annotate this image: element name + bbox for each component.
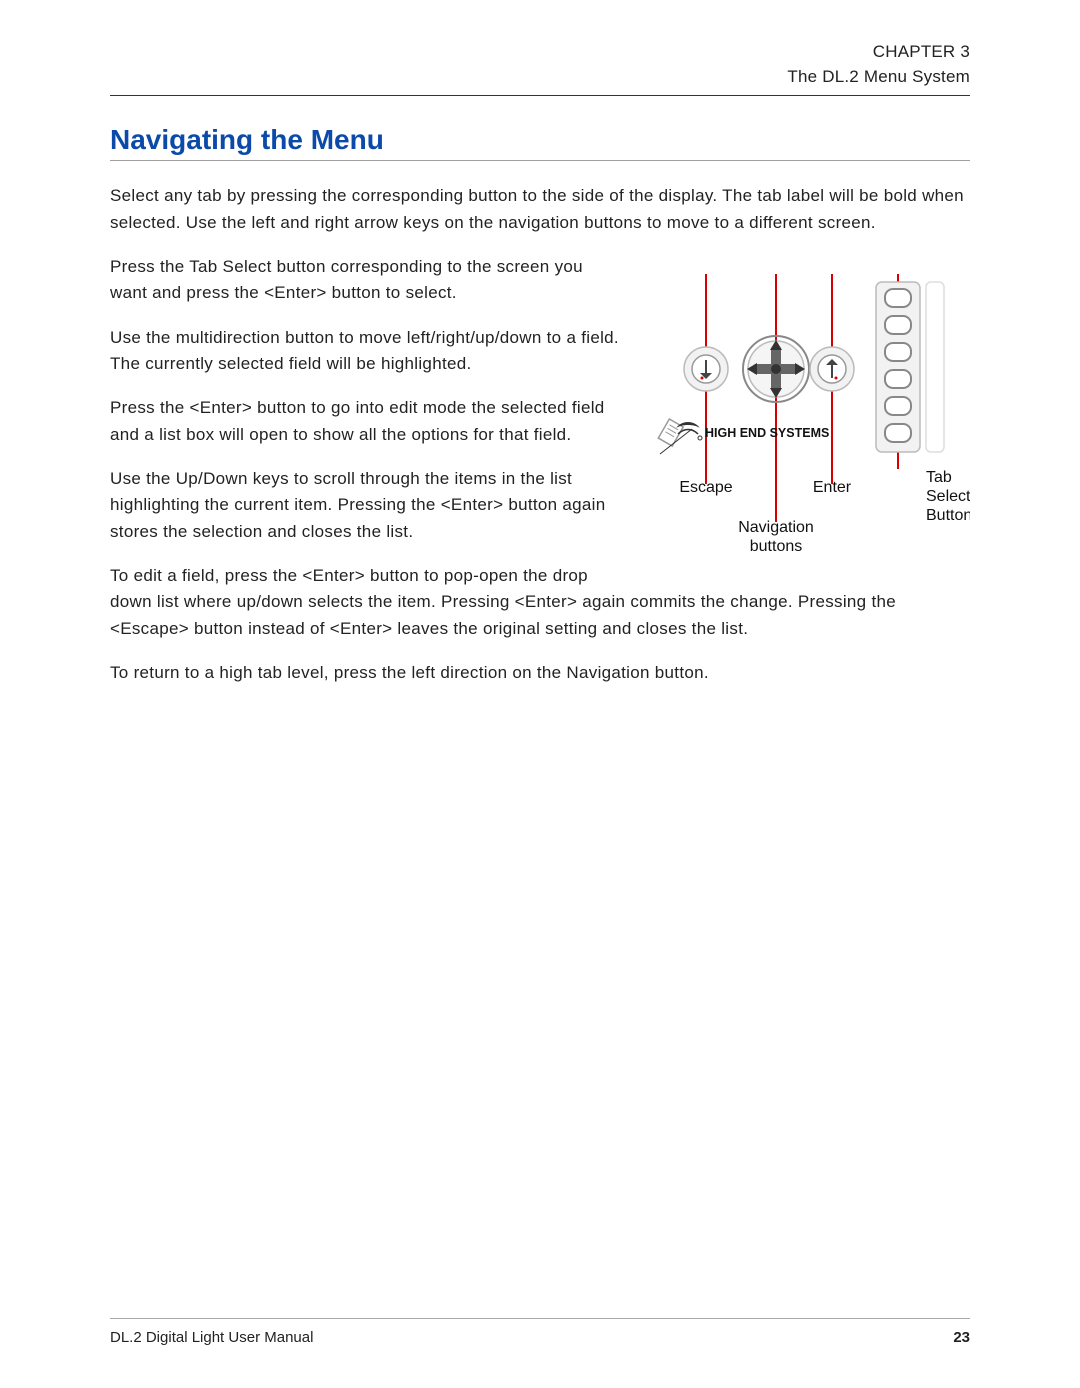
figure-label-enter: Enter: [813, 479, 852, 496]
figure-label-tab3: Buttons: [926, 507, 970, 524]
paragraph: To edit a field, press the <Enter> butto…: [110, 563, 970, 642]
navigation-dpad-icon: [743, 336, 809, 402]
figure-label-nav1: Navigation: [738, 519, 814, 536]
body-text: Select any tab by pressing the correspon…: [110, 183, 970, 704]
page-footer: DL.2 Digital Light User Manual 23: [110, 1318, 970, 1346]
paragraph: Select any tab by pressing the correspon…: [110, 183, 970, 236]
figure-label-nav2: buttons: [750, 538, 802, 554]
header-rule: [110, 95, 970, 96]
enter-button-icon: [810, 347, 854, 391]
page-header: CHAPTER 3 The DL.2 Menu System: [110, 40, 970, 95]
figure-label-tab2: Select: [926, 488, 970, 505]
tab-select-buttons-icon: [876, 282, 944, 452]
page-number: 23: [953, 1329, 970, 1346]
chapter-subtitle: The DL.2 Menu System: [110, 65, 970, 90]
brand-text: HIGH END SYSTEMS: [705, 426, 829, 440]
figure-label-escape: Escape: [679, 479, 732, 496]
section-title: Navigating the Menu: [110, 124, 970, 161]
control-panel-figure: HIGH END SYSTEMS Escape Enter Navigatio: [640, 254, 970, 554]
chapter-label: CHAPTER 3: [110, 40, 970, 65]
escape-button-icon: [684, 347, 728, 391]
figure-label-tab1: Tab: [926, 469, 952, 486]
paragraph: To return to a high tab level, press the…: [110, 660, 970, 686]
footer-title: DL.2 Digital Light User Manual: [110, 1329, 313, 1346]
